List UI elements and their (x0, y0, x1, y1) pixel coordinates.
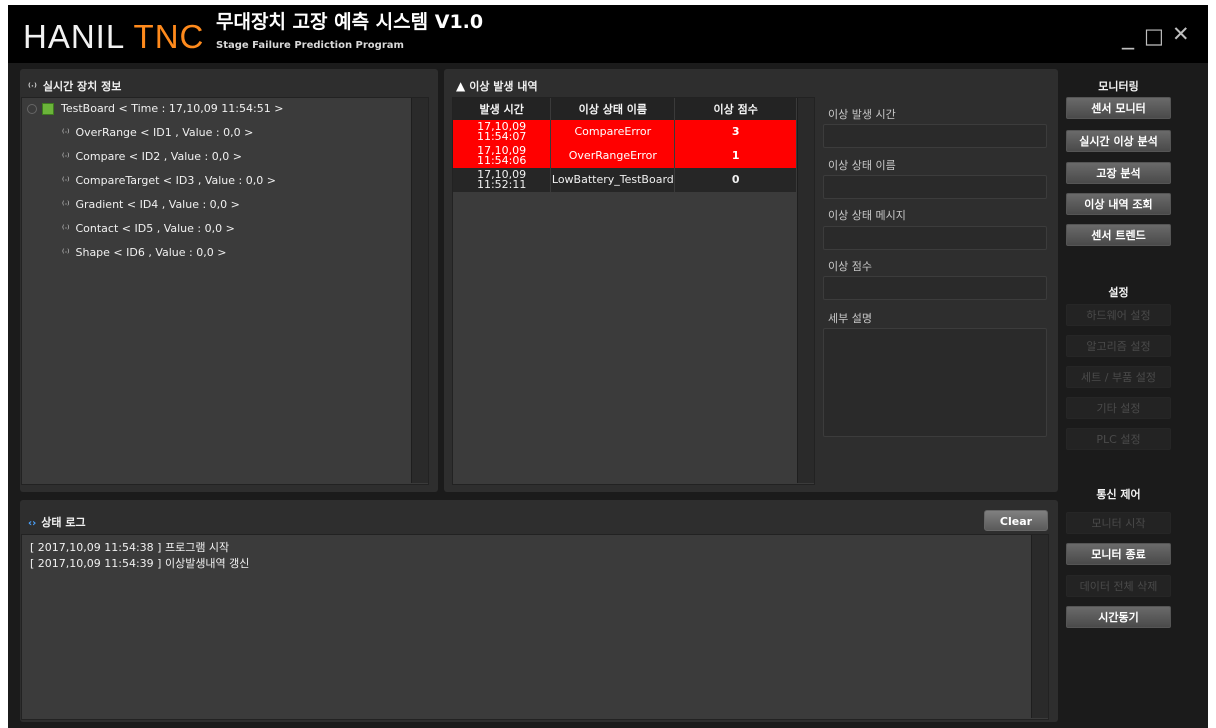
tree-item[interactable]: ⁽ᐧ⁾ Contact < ID5 , Value : 0,0 > (62, 221, 235, 237)
app-subtitle: Stage Failure Prediction Program (216, 40, 404, 51)
tree-item[interactable]: ⁽ᐧ⁾ CompareTarget < ID3 , Value : 0,0 > (62, 173, 276, 189)
alarm-table-header: 발생 시간 이상 상태 이름 이상 점수 (453, 98, 797, 120)
monitoring-header: 모니터링 (1098, 80, 1139, 93)
brand-accent-text: TNC (133, 18, 205, 55)
device-tree-scrollbar[interactable] (411, 98, 428, 483)
detail-name-label: 이상 상태 이름 (828, 159, 896, 172)
detail-name-field (823, 175, 1047, 199)
alarm-table: 발생 시간 이상 상태 이름 이상 점수 17,10,09 11:54:07 Co… (453, 98, 797, 192)
tree-item[interactable]: ⁽ᐧ⁾ OverRange < ID1 , Value : 0,0 > (62, 125, 253, 141)
warning-icon: ▲ (456, 79, 466, 93)
detail-message-field (823, 226, 1047, 250)
app-title: 무대장치 고장 예측 시스템 V1.0 (216, 11, 484, 33)
log-scrollbar[interactable] (1031, 535, 1048, 718)
sensor-monitor-button[interactable]: 센서 모니터 (1066, 97, 1171, 119)
tree-item[interactable]: ⁽ᐧ⁾ Shape < ID6 , Value : 0,0 > (62, 245, 226, 261)
tree-item-label: OverRange < ID1 , Value : 0,0 > (75, 126, 254, 139)
alarm-time-cell: 17,10,09 11:54:06 (453, 144, 552, 168)
tree-root[interactable]: TestBoard < Time : 17,10,09 11:54:51 > (27, 101, 283, 117)
alarm-name-cell: LowBattery_TestBoard (550, 168, 676, 192)
detail-score-field (823, 276, 1047, 300)
alarm-time: 11:54:07 (476, 130, 527, 143)
hardware-settings-button[interactable]: 하드웨어 설정 (1066, 304, 1171, 326)
column-header-score[interactable]: 이상 점수 (674, 98, 797, 120)
alarm-score-cell: 3 (674, 120, 797, 144)
signal-icon: ⁽ᐧ⁾ (62, 152, 70, 163)
alarm-row[interactable]: 17,10,09 11:54:06 OverRangeError 1 (453, 144, 797, 168)
log-line: [ 2017,10,09 11:54:38 ] 프로그램 시작 (30, 541, 230, 554)
realtime-analysis-button[interactable]: 실시간 이상 분석 (1066, 130, 1171, 152)
alarm-name-cell: OverRangeError (550, 144, 676, 168)
detail-description-field (823, 328, 1047, 437)
tree-item[interactable]: ⁽ᐧ⁾ Compare < ID2 , Value : 0,0 > (62, 149, 242, 165)
tree-item-label: CompareTarget < ID3 , Value : 0,0 > (75, 174, 276, 187)
alarm-score-cell: 0 (674, 168, 797, 192)
signal-icon: ⁽ᐧ⁾ (62, 224, 70, 235)
alarm-history-button[interactable]: 이상 내역 조회 (1066, 193, 1171, 215)
close-button[interactable]: ✕ (1172, 24, 1190, 45)
device-panel-title: 실시간 장치 정보 (42, 80, 122, 93)
column-header-name[interactable]: 이상 상태 이름 (550, 98, 676, 120)
signal-icon: ⁽ᐧ⁾ (28, 82, 37, 93)
sensor-trend-button[interactable]: 센서 트렌드 (1066, 224, 1171, 246)
tree-item-label: Gradient < ID4 , Value : 0,0 > (75, 198, 240, 211)
set-parts-settings-button[interactable]: 세트 / 부품 설정 (1066, 366, 1171, 388)
minimize-button[interactable]: _ (1122, 24, 1134, 48)
plc-settings-button[interactable]: PLC 설정 (1066, 428, 1171, 450)
alarm-time-cell: 17,10,09 11:54:07 (453, 120, 552, 144)
maximize-button[interactable]: □ (1144, 26, 1164, 47)
column-header-time[interactable]: 발생 시간 (453, 98, 552, 120)
alarm-grid-scrollbar[interactable] (797, 98, 814, 483)
tree-item-label: Shape < ID6 , Value : 0,0 > (75, 246, 227, 259)
alarm-time: 11:54:06 (476, 154, 527, 167)
alarm-name-cell: CompareError (550, 120, 676, 144)
expand-radio-icon[interactable] (27, 104, 37, 114)
tree-item-label: Compare < ID2 , Value : 0,0 > (75, 150, 242, 163)
signal-icon: ⁽ᐧ⁾ (62, 176, 70, 187)
alarm-time: 11:52:11 (476, 178, 527, 191)
alarm-panel-title: 이상 발생 내역 (469, 80, 538, 93)
monitor-stop-button[interactable]: 모니터 종료 (1066, 543, 1171, 565)
failure-analysis-button[interactable]: 고장 분석 (1066, 162, 1171, 184)
code-icon: ‹› (28, 518, 37, 529)
detail-score-label: 이상 점수 (828, 260, 872, 273)
comm-control-header: 통신 제어 (1096, 488, 1141, 501)
signal-icon: ⁽ᐧ⁾ (62, 248, 70, 259)
device-panel-header: ⁽ᐧ⁾ 실시간 장치 정보 (28, 78, 121, 94)
detail-time-label: 이상 발생 시간 (828, 108, 896, 121)
tree-item[interactable]: ⁽ᐧ⁾ Gradient < ID4 , Value : 0,0 > (62, 197, 240, 213)
detail-description-label: 세부 설명 (828, 312, 872, 325)
other-settings-button[interactable]: 기타 설정 (1066, 397, 1171, 419)
detail-time-field (823, 124, 1047, 148)
signal-icon: ⁽ᐧ⁾ (62, 128, 70, 139)
settings-header: 설정 (1108, 286, 1129, 299)
signal-icon: ⁽ᐧ⁾ (62, 200, 70, 211)
alarm-time-cell: 17,10,09 11:52:11 (453, 168, 552, 192)
board-icon (42, 103, 54, 115)
time-sync-button[interactable]: 시간동기 (1066, 606, 1171, 628)
tree-item-label: Contact < ID5 , Value : 0,0 > (75, 222, 235, 235)
log-panel-title: 상태 로그 (41, 516, 86, 529)
log-line: [ 2017,10,09 11:54:39 ] 이상발생내역 갱신 (30, 557, 250, 570)
alarm-row[interactable]: 17,10,09 11:54:07 CompareError 3 (453, 120, 797, 144)
alarm-score-cell: 1 (674, 144, 797, 168)
algorithm-settings-button[interactable]: 알고리즘 설정 (1066, 335, 1171, 357)
brand-logo: HANIL TNC (23, 20, 204, 53)
monitor-start-button[interactable]: 모니터 시작 (1066, 512, 1171, 534)
log-panel-header: ‹› 상태 로그 (28, 514, 86, 530)
tree-root-label: TestBoard < Time : 17,10,09 11:54:51 > (61, 102, 284, 115)
brand-main-text: HANIL (23, 18, 134, 55)
alarm-panel-header: ▲ 이상 발생 내역 (456, 78, 538, 94)
clear-log-button[interactable]: Clear (984, 510, 1048, 531)
alarm-row[interactable]: 17,10,09 11:52:11 LowBattery_TestBoard 0 (453, 168, 797, 192)
detail-message-label: 이상 상태 메시지 (828, 209, 906, 222)
delete-all-data-button[interactable]: 데이터 전체 삭제 (1066, 575, 1171, 597)
